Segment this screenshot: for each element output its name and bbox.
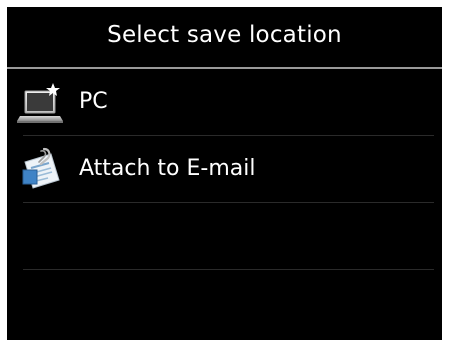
list-item-label: Attach to E-mail [79,155,256,181]
list-item-pc[interactable]: PC [7,69,442,136]
title-bar: Select save location [7,7,442,69]
page-title: Select save location [107,22,342,48]
list-item-attach-to-email[interactable]: Attach to E-mail [7,136,442,203]
save-location-list: PC Attach to E-mail [7,69,442,270]
list-item-empty [7,203,442,270]
lcd-screen: Select save location PC Attach to E-mail [7,7,442,340]
email-attachment-icon [17,146,65,194]
row-divider [23,269,434,270]
laptop-icon [17,79,65,127]
list-item-label: PC [79,88,108,114]
